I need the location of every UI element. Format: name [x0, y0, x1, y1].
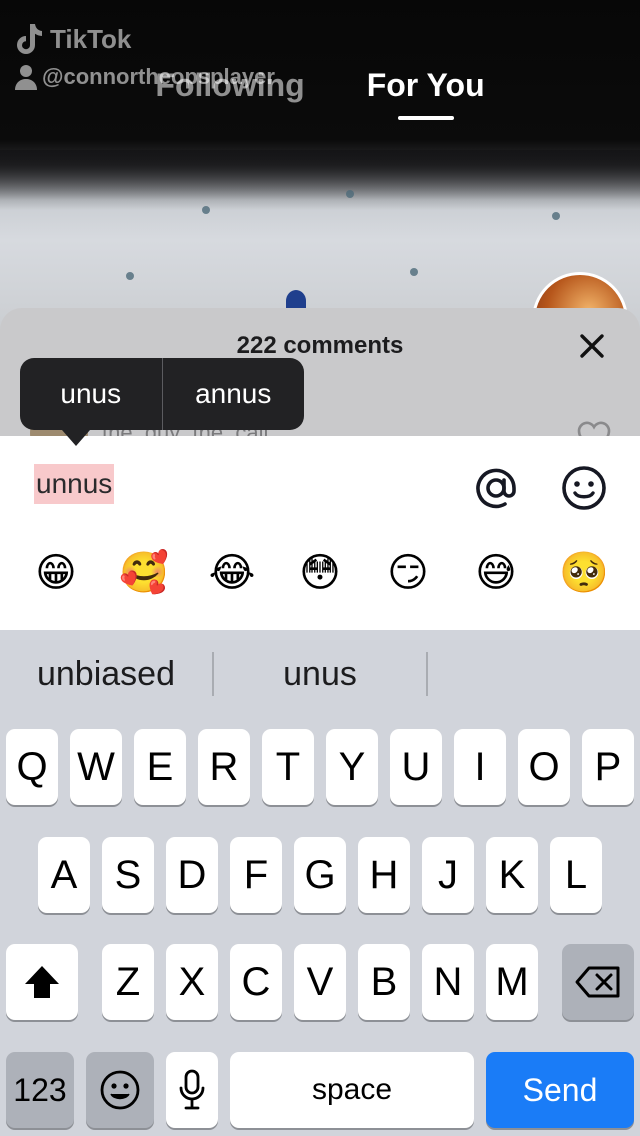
- key[interactable]: A: [38, 837, 90, 913]
- microphone-icon: [179, 1069, 205, 1110]
- quick-emoji-row: 😁 🥰 😂 😳 😏 😅 🥺: [0, 548, 640, 598]
- key[interactable]: Y: [326, 729, 378, 805]
- key[interactable]: E: [134, 729, 186, 805]
- comments-count: 222 comments: [236, 332, 404, 359]
- key[interactable]: B: [358, 944, 410, 1020]
- video-speck: [552, 212, 560, 220]
- key[interactable]: J: [422, 837, 474, 913]
- key[interactable]: U: [390, 729, 442, 805]
- at-mention-icon[interactable]: [472, 464, 520, 512]
- backspace-icon: [575, 966, 620, 998]
- key[interactable]: Z: [102, 944, 154, 1020]
- emoji-keyboard-key[interactable]: [86, 1052, 154, 1128]
- key[interactable]: G: [294, 837, 346, 913]
- video-shadow: [0, 150, 640, 210]
- key[interactable]: D: [166, 837, 218, 913]
- comment-input[interactable]: unnus: [34, 464, 115, 504]
- key[interactable]: S: [102, 837, 154, 913]
- emoji-smirk[interactable]: 😏: [383, 548, 433, 598]
- emoji-pleading[interactable]: 🥺: [559, 548, 609, 598]
- close-icon[interactable]: [578, 332, 606, 360]
- key[interactable]: W: [70, 729, 122, 805]
- key[interactable]: F: [230, 837, 282, 913]
- feed-tabs: Following For You: [0, 62, 640, 122]
- key[interactable]: M: [486, 944, 538, 1020]
- emoji-smiling-hearts[interactable]: 🥰: [119, 548, 169, 598]
- numbers-key[interactable]: 123: [6, 1052, 74, 1128]
- emoji-picker-icon[interactable]: [560, 464, 608, 512]
- autocorrect-option[interactable]: annus: [161, 358, 305, 430]
- predictive-bar: unbiased unus: [0, 630, 640, 718]
- autocorrect-option[interactable]: unus: [20, 358, 162, 430]
- suggestion-item[interactable]: unbiased: [0, 630, 212, 718]
- dictation-key[interactable]: [166, 1052, 218, 1128]
- divider: [426, 652, 428, 696]
- key[interactable]: Q: [6, 729, 58, 805]
- keyboard: unbiased unus Q W E R T Y U I O P A S D …: [0, 630, 640, 1136]
- key[interactable]: K: [486, 837, 538, 913]
- autocorrect-popover: unus annus: [20, 358, 305, 446]
- key[interactable]: C: [230, 944, 282, 1020]
- backspace-key[interactable]: [562, 944, 634, 1020]
- emoji-sweat-smile[interactable]: 😅: [471, 548, 521, 598]
- comment-compose: unnus 😁 🥰 😂 😳 😏 😅 🥺: [0, 436, 640, 630]
- emoji-keyboard-icon: [100, 1070, 140, 1110]
- emoji-grin[interactable]: 😁: [31, 548, 81, 598]
- video-speck: [202, 206, 210, 214]
- key[interactable]: O: [518, 729, 570, 805]
- key[interactable]: I: [454, 729, 506, 805]
- shift-arrow-icon: [25, 966, 59, 998]
- tiktok-logo-icon: [17, 24, 42, 54]
- shift-key[interactable]: [6, 944, 78, 1020]
- key[interactable]: X: [166, 944, 218, 1020]
- send-button[interactable]: Send: [486, 1052, 634, 1128]
- key[interactable]: L: [550, 837, 602, 913]
- key[interactable]: V: [294, 944, 346, 1020]
- tab-for-you[interactable]: For You: [367, 62, 485, 120]
- key[interactable]: N: [422, 944, 474, 1020]
- key[interactable]: T: [262, 729, 314, 805]
- watermark-brand: TikTok: [50, 23, 132, 54]
- space-key[interactable]: space: [230, 1052, 474, 1128]
- emoji-flushed[interactable]: 😳: [295, 548, 345, 598]
- video-speck: [410, 268, 418, 276]
- key[interactable]: P: [582, 729, 634, 805]
- key[interactable]: R: [198, 729, 250, 805]
- video-speck: [346, 190, 354, 198]
- tab-following[interactable]: Following: [155, 62, 304, 118]
- key[interactable]: H: [358, 837, 410, 913]
- video-speck: [126, 272, 134, 280]
- popover-pointer: [62, 430, 90, 446]
- emoji-tears-of-joy[interactable]: 😂: [207, 548, 257, 598]
- suggestion-item[interactable]: unus: [214, 630, 426, 718]
